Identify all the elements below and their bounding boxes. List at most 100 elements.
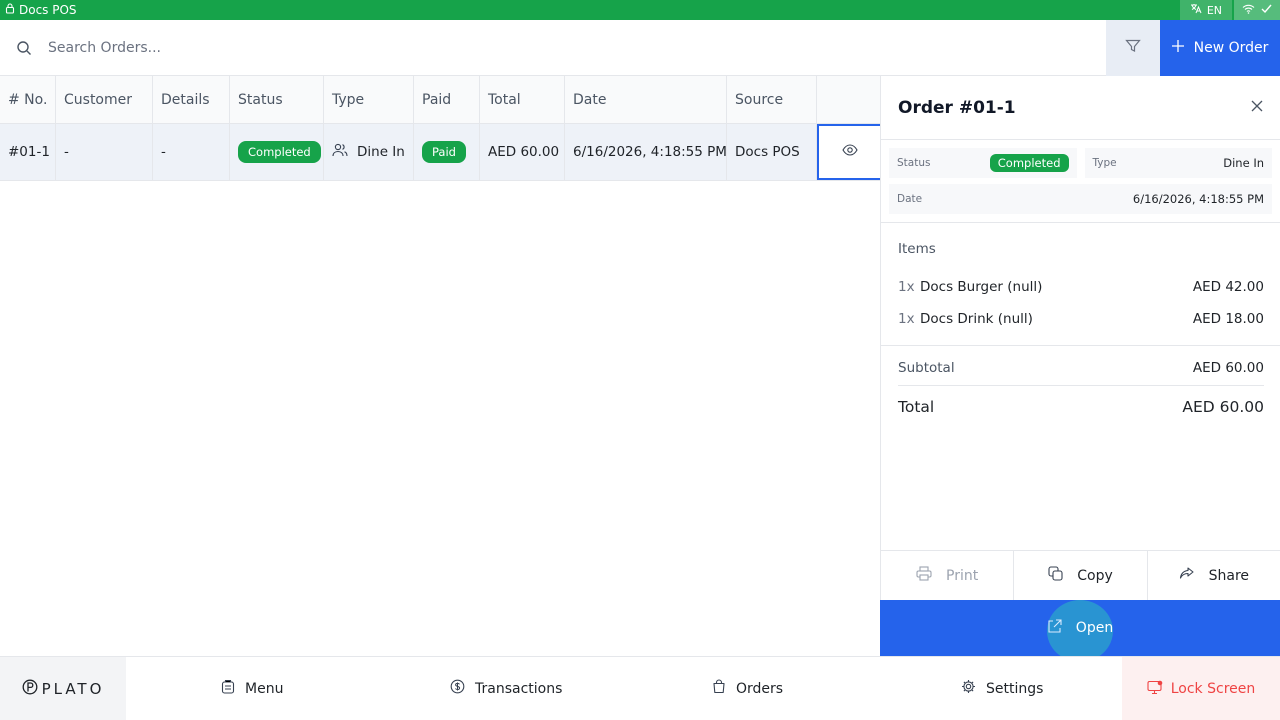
close-icon [1251, 100, 1263, 116]
cell-status: Completed [230, 124, 324, 180]
lock-icon [5, 3, 15, 17]
share-button[interactable]: Share [1148, 551, 1280, 600]
col-header-no[interactable]: # No. [0, 76, 56, 123]
total-row: Total AED 60.00 [898, 386, 1264, 416]
language-switch[interactable]: EN [1179, 0, 1232, 20]
bottom-nav: PLATO Menu Transactions Orders Settings … [0, 656, 1280, 720]
col-header-source[interactable]: Source [727, 76, 817, 123]
list-item: 1x Docs Drink (null) AED 18.00 [898, 303, 1264, 335]
search-input[interactable] [48, 20, 1106, 75]
share-label: Share [1208, 567, 1250, 584]
col-header-paid[interactable]: Paid [414, 76, 480, 123]
search-bar: New Order [0, 19, 1280, 76]
item-name: Docs Burger (null) [920, 279, 1043, 295]
order-meta: Status Completed Type Dine In Date 6/16/… [881, 140, 1280, 223]
nav-transactions[interactable]: Transactions [450, 679, 562, 698]
col-header-details[interactable]: Details [153, 76, 230, 123]
nav-settings-label: Settings [986, 680, 1044, 697]
cell-date: 6/16/2026, 4:18:55 PM [565, 124, 727, 180]
item-qty: 1x [898, 279, 915, 295]
col-header-total[interactable]: Total [480, 76, 565, 123]
translate-icon [1190, 3, 1202, 17]
search-icon [0, 40, 48, 56]
copy-label: Copy [1077, 567, 1113, 584]
lock-screen-button[interactable]: Lock Screen [1122, 657, 1280, 720]
cell-paid: Paid [414, 124, 480, 180]
col-header-actions [817, 76, 880, 123]
network-status [1234, 0, 1280, 20]
table-row[interactable]: #01-1 - - Completed Dine In Paid AED 60.… [0, 124, 880, 181]
view-order-button[interactable] [817, 124, 880, 180]
item-price: AED 18.00 [1192, 311, 1264, 327]
filter-button[interactable] [1106, 19, 1160, 76]
type-value: Dine In [1223, 156, 1264, 170]
items-section: Items 1x Docs Burger (null) AED 42.00 1x… [881, 223, 1280, 346]
users-icon [332, 143, 348, 161]
new-order-label: New Order [1193, 39, 1269, 56]
plato-mark-icon [22, 679, 38, 699]
app-title: Docs POS [19, 3, 77, 17]
nav-menu[interactable]: Menu [221, 679, 283, 698]
coin-icon [450, 679, 465, 698]
order-actions: Print Copy Share [880, 550, 1280, 600]
col-header-date[interactable]: Date [565, 76, 727, 123]
col-header-customer[interactable]: Customer [56, 76, 153, 123]
date-label: Date [897, 193, 923, 205]
nav-transactions-label: Transactions [475, 680, 563, 697]
status-badge: Completed [989, 154, 1069, 172]
new-order-button[interactable]: New Order [1160, 19, 1280, 76]
subtotal-row: Subtotal AED 60.00 [898, 360, 1264, 386]
external-link-icon [1047, 618, 1062, 638]
open-button[interactable]: Open [880, 600, 1280, 662]
total-label: Total [898, 398, 935, 416]
cell-customer: - [56, 124, 153, 180]
wifi-icon [1242, 3, 1255, 17]
cell-source: Docs POS [727, 124, 817, 180]
type-label: Type [1092, 157, 1117, 169]
item-name: Docs Drink (null) [920, 311, 1033, 327]
print-button[interactable]: Print [881, 551, 1015, 600]
check-icon [1261, 3, 1272, 17]
cell-total: AED 60.00 [480, 124, 565, 180]
table-header: # No. Customer Details Status Type Paid … [0, 76, 880, 124]
cell-details: - [153, 124, 230, 180]
status-badge: Completed [238, 141, 321, 163]
monitor-lock-icon [1147, 680, 1163, 699]
shopping-bag-icon [712, 679, 726, 698]
type-field: Type Dine In [1084, 148, 1272, 178]
orders-table: # No. Customer Details Status Type Paid … [0, 76, 880, 181]
gear-icon [961, 679, 976, 698]
subtotal-label: Subtotal [898, 360, 955, 376]
order-title: Order #01-1 [898, 97, 1016, 118]
item-qty: 1x [898, 311, 915, 327]
copy-button[interactable]: Copy [1014, 551, 1148, 600]
nav-settings[interactable]: Settings [961, 679, 1043, 698]
menu-icon [221, 679, 235, 698]
open-label: Open [1075, 620, 1114, 636]
cell-type: Dine In [324, 124, 414, 180]
close-button[interactable] [1251, 100, 1263, 116]
printer-icon [916, 566, 932, 585]
plus-icon [1171, 39, 1184, 56]
date-value: 6/16/2026, 4:18:55 PM [1132, 192, 1264, 206]
total-value: AED 60.00 [1182, 398, 1264, 416]
col-header-status[interactable]: Status [230, 76, 324, 123]
nav-orders-label: Orders [736, 680, 784, 697]
app-identity: Docs POS [0, 3, 77, 17]
col-header-type[interactable]: Type [324, 76, 414, 123]
panel-header: Order #01-1 [881, 76, 1280, 140]
language-label: EN [1206, 3, 1222, 17]
lock-screen-label: Lock Screen [1170, 681, 1256, 697]
plato-logo: PLATO [0, 656, 126, 720]
status-field: Status Completed [889, 148, 1077, 178]
totals-section: Subtotal AED 60.00 Total AED 60.00 [881, 346, 1280, 416]
print-label: Print [946, 567, 979, 584]
eye-icon [841, 144, 858, 160]
item-price: AED 42.00 [1192, 279, 1264, 295]
filter-icon [1125, 39, 1141, 57]
type-label: Dine In [357, 144, 405, 160]
status-label: Status [897, 157, 931, 169]
date-field: Date 6/16/2026, 4:18:55 PM [889, 184, 1272, 214]
subtotal-value: AED 60.00 [1192, 360, 1264, 376]
nav-orders[interactable]: Orders [712, 679, 783, 698]
